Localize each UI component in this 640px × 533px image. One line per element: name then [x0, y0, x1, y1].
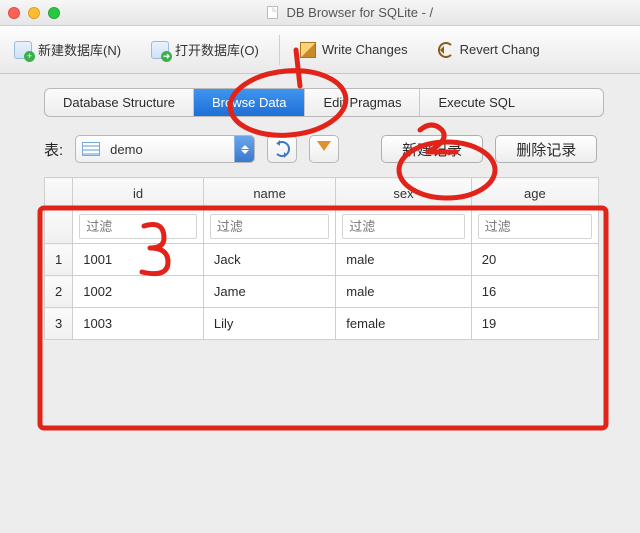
table-filter-row	[45, 210, 599, 244]
open-database-label: 打开数据库(O)	[175, 40, 259, 59]
filter-name[interactable]	[210, 214, 329, 239]
new-record-button[interactable]: 新建记录	[381, 135, 483, 163]
pencil-icon	[300, 42, 316, 58]
revert-changes-label: Revert Chang	[460, 42, 540, 57]
window-controls	[8, 7, 60, 19]
cell-sex[interactable]: female	[336, 308, 471, 340]
filter-id[interactable]	[79, 214, 197, 239]
write-changes-label: Write Changes	[322, 42, 408, 57]
table-row[interactable]: 2 1002 Jame male 16	[45, 276, 599, 308]
filter-sex[interactable]	[342, 214, 464, 239]
zoom-window-button[interactable]	[48, 7, 60, 19]
updown-arrows-icon	[234, 136, 254, 162]
new-database-button[interactable]: + 新建数据库(N)	[14, 40, 121, 59]
cell-id[interactable]: 1003	[73, 308, 204, 340]
write-changes-button[interactable]: Write Changes	[300, 42, 408, 58]
browse-controls: 表: demo 新建记录 删除记录	[0, 117, 640, 177]
window-title: DB Browser for SQLite - /	[68, 5, 632, 20]
row-number: 3	[45, 308, 73, 340]
close-window-button[interactable]	[8, 7, 20, 19]
refresh-icon	[274, 141, 290, 157]
revert-changes-button[interactable]: Revert Chang	[438, 42, 540, 58]
minimize-window-button[interactable]	[28, 7, 40, 19]
col-header-sex[interactable]: sex	[336, 178, 471, 210]
row-number: 1	[45, 244, 73, 276]
cell-age[interactable]: 16	[471, 276, 598, 308]
table-label: 表:	[44, 139, 63, 160]
cell-name[interactable]: Jack	[203, 244, 335, 276]
titlebar: DB Browser for SQLite - /	[0, 0, 640, 26]
open-database-button[interactable]: ➜ 打开数据库(O)	[151, 40, 259, 59]
cell-sex[interactable]: male	[336, 276, 471, 308]
table-row[interactable]: 1 1001 Jack male 20	[45, 244, 599, 276]
table-corner	[45, 178, 73, 210]
undo-icon	[438, 42, 454, 58]
cell-name[interactable]: Lily	[203, 308, 335, 340]
document-icon	[267, 6, 278, 19]
tab-browse-data[interactable]: Browse Data	[194, 89, 305, 116]
new-database-label: 新建数据库(N)	[38, 40, 121, 59]
tab-execute-sql[interactable]: Execute SQL	[420, 89, 533, 116]
toolbar-separator	[279, 35, 280, 65]
tab-database-structure[interactable]: Database Structure	[45, 89, 194, 116]
table-icon	[82, 142, 100, 156]
filter-age[interactable]	[478, 214, 592, 239]
table-select[interactable]: demo	[75, 135, 255, 163]
window-title-text: DB Browser for SQLite - /	[286, 5, 433, 20]
funnel-icon	[317, 141, 331, 158]
row-number: 2	[45, 276, 73, 308]
table-header-row: id name sex age	[45, 178, 599, 210]
cell-sex[interactable]: male	[336, 244, 471, 276]
cell-age[interactable]: 20	[471, 244, 598, 276]
cell-name[interactable]: Jame	[203, 276, 335, 308]
refresh-button[interactable]	[267, 135, 297, 163]
table-select-value: demo	[106, 142, 234, 157]
main-tabs: Database Structure Browse Data Edit Prag…	[44, 88, 604, 117]
delete-record-button[interactable]: 删除记录	[495, 135, 597, 163]
tab-edit-pragmas[interactable]: Edit Pragmas	[305, 89, 420, 116]
filter-rownum	[45, 210, 73, 244]
main-tabs-area: Database Structure Browse Data Edit Prag…	[0, 74, 640, 117]
database-open-icon: ➜	[151, 41, 169, 59]
col-header-age[interactable]: age	[471, 178, 598, 210]
database-new-icon: +	[14, 41, 32, 59]
table-row[interactable]: 3 1003 Lily female 19	[45, 308, 599, 340]
col-header-id[interactable]: id	[73, 178, 204, 210]
main-toolbar: + 新建数据库(N) ➜ 打开数据库(O) Write Changes Reve…	[0, 26, 640, 74]
cell-age[interactable]: 19	[471, 308, 598, 340]
cell-id[interactable]: 1002	[73, 276, 204, 308]
cell-id[interactable]: 1001	[73, 244, 204, 276]
col-header-name[interactable]: name	[203, 178, 335, 210]
clear-filters-button[interactable]	[309, 135, 339, 163]
data-table[interactable]: id name sex age 1 1001 Jack male 20 2 10…	[44, 177, 599, 340]
